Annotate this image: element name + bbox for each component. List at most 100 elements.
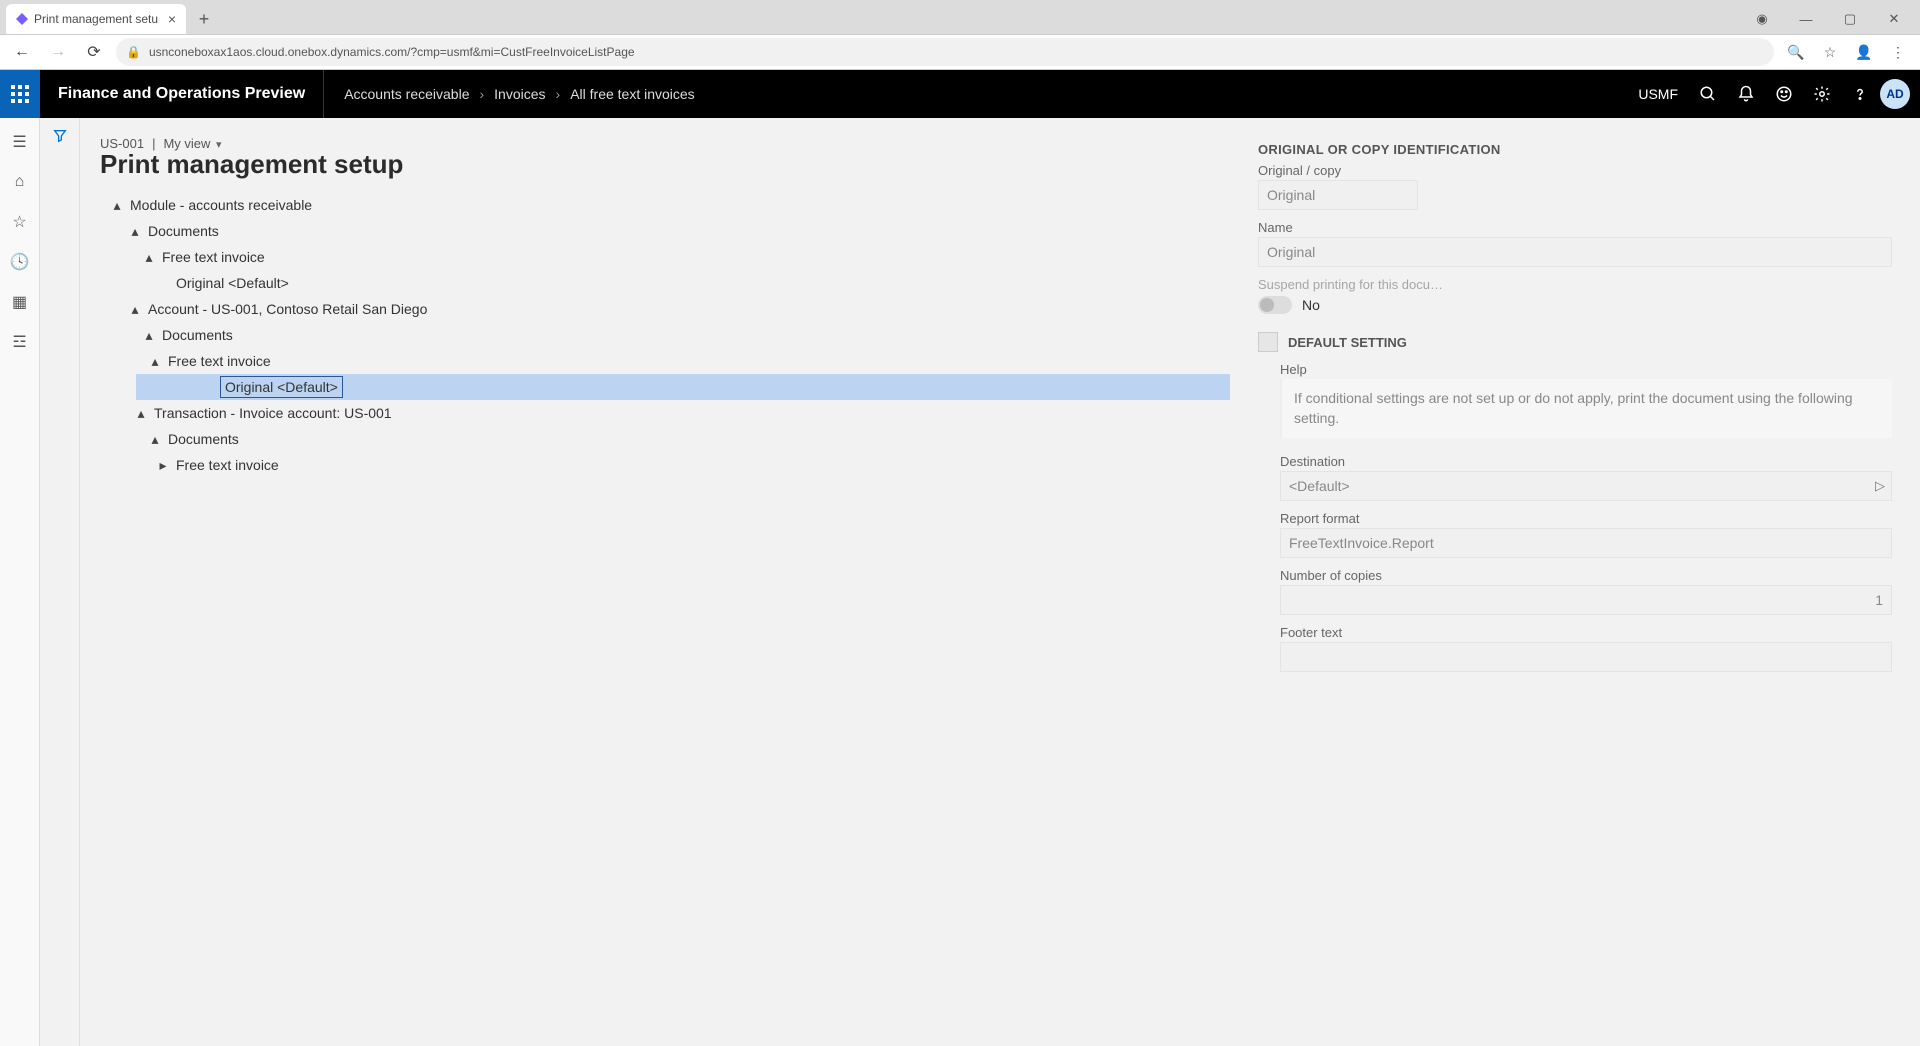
favicon-icon [16,13,28,25]
tree-node-transaction[interactable]: ▴ Transaction - Invoice account: US-001 [100,400,1230,426]
home-icon[interactable]: ⌂ [6,168,34,196]
print-management-tree: ▴ Module - accounts receivable ▴ Documen… [100,192,1230,478]
tree-label: Account - US-001, Contoso Retail San Die… [148,301,427,317]
account-icon[interactable]: ◉ [1742,5,1782,33]
default-setting-label: DEFAULT SETTING [1288,335,1407,350]
tree-label: Documents [148,223,219,239]
detail-panel: ORIGINAL OR COPY IDENTIFICATION Original… [1230,118,1920,1046]
copies-label: Number of copies [1280,568,1892,583]
suspend-label: Suspend printing for this docu… [1258,277,1892,292]
help-icon[interactable] [1842,76,1878,112]
tree-node-account[interactable]: ▴ Account - US-001, Contoso Retail San D… [100,296,1230,322]
modules-icon[interactable]: ☲ [6,328,34,356]
reload-button[interactable]: ⟳ [80,38,108,66]
close-tab-icon[interactable]: × [168,11,176,27]
footer-field[interactable] [1280,642,1892,672]
help-label: Help [1280,362,1892,377]
footer-label: Footer text [1280,625,1892,640]
menu-icon[interactable]: ⋮ [1884,38,1912,66]
page-title: Print management setup [100,149,1230,180]
breadcrumb-item[interactable]: Invoices [494,86,545,102]
avatar[interactable]: AD [1880,79,1910,109]
original-copy-label: Original / copy [1258,163,1892,178]
gear-icon[interactable] [1804,76,1840,112]
suspend-value: No [1302,297,1320,313]
destination-field[interactable]: <Default> ▷ [1280,471,1892,501]
bell-icon[interactable] [1728,76,1764,112]
tree-node-original[interactable]: Original <Default> [100,270,1230,296]
star-icon[interactable]: ☆ [1816,38,1844,66]
maximize-icon[interactable]: ▢ [1830,5,1870,33]
app-title: Finance and Operations Preview [40,70,324,118]
breadcrumb: Accounts receivable › Invoices › All fre… [324,70,715,118]
new-tab-button[interactable]: + [190,5,218,33]
expand-placeholder-icon [200,380,214,394]
collapse-icon[interactable]: ▴ [148,432,162,446]
report-format-field[interactable]: FreeTextInvoice.Report [1280,528,1892,558]
tree-label: Documents [162,327,233,343]
tree-node-documents[interactable]: ▴ Documents [100,426,1230,452]
expand-placeholder-icon [156,276,170,290]
breadcrumb-item[interactable]: Accounts receivable [344,86,469,102]
tree-label: Original <Default> [176,275,289,291]
original-copy-field[interactable]: Original [1258,180,1418,210]
tree-label: Original <Default> [220,376,343,398]
star-icon[interactable]: ☆ [6,208,34,236]
tree-node-freetextinvoice[interactable]: ▴ Free text invoice [100,244,1230,270]
smile-icon[interactable] [1766,76,1802,112]
profile-icon[interactable]: 👤 [1850,38,1878,66]
collapse-icon[interactable]: ▴ [128,224,142,238]
name-field[interactable]: Original [1258,237,1892,267]
tree-label: Module - accounts receivable [130,197,312,213]
recent-icon[interactable]: 🕓 [6,248,34,276]
back-button[interactable]: ← [8,38,36,66]
collapse-icon[interactable]: ▴ [142,250,156,264]
chevron-right-icon: › [556,86,561,102]
chevron-right-icon: › [479,86,484,102]
expand-icon[interactable]: ▸ [156,458,170,472]
name-label: Name [1258,220,1892,235]
workspace-icon[interactable]: ▦ [6,288,34,316]
destination-label: Destination [1280,454,1892,469]
company-code[interactable]: USMF [1628,86,1688,102]
app-launcher-button[interactable] [0,70,40,118]
help-text: If conditional settings are not set up o… [1280,379,1892,438]
collapse-icon[interactable]: ▴ [142,328,156,342]
tree-label: Documents [168,431,239,447]
browser-tab[interactable]: Print management setu × [6,4,186,34]
close-window-icon[interactable]: ✕ [1874,5,1914,33]
suspend-toggle[interactable] [1258,296,1292,314]
tree-node-module[interactable]: ▴ Module - accounts receivable [100,192,1230,218]
tree-label: Free text invoice [176,457,279,473]
collapse-icon[interactable]: ▴ [110,198,124,212]
minimize-icon[interactable]: ― [1786,5,1826,33]
tree-node-documents[interactable]: ▴ Documents [100,218,1230,244]
collapse-icon[interactable]: ▴ [148,354,162,368]
tab-title: Print management setu [34,12,158,26]
url-text: usnconeboxax1aos.cloud.onebox.dynamics.c… [149,45,635,59]
lock-icon: 🔒 [126,45,141,59]
collapse-icon[interactable]: ▴ [134,406,148,420]
filter-icon[interactable] [52,128,68,1046]
filter-column [40,118,80,1046]
report-format-label: Report format [1280,511,1892,526]
tree-label: Free text invoice [168,353,271,369]
hamburger-icon[interactable]: ☰ [6,128,34,156]
tree-label: Transaction - Invoice account: US-001 [154,405,392,421]
zoom-icon[interactable]: 🔍 [1782,38,1810,66]
tree-node-freetextinvoice[interactable]: ▸ Free text invoice [100,452,1230,478]
tree-node-original-selected[interactable]: Original <Default> [136,374,1230,400]
chevron-right-icon[interactable]: ▷ [1875,478,1885,494]
nav-rail: ☰ ⌂ ☆ 🕓 ▦ ☲ [0,118,40,1046]
breadcrumb-item[interactable]: All free text invoices [570,86,695,102]
waffle-icon [11,85,29,103]
copies-field[interactable]: 1 [1280,585,1892,615]
address-bar[interactable]: 🔒 usnconeboxax1aos.cloud.onebox.dynamics… [116,38,1774,66]
search-icon[interactable] [1690,76,1726,112]
default-setting-checkbox[interactable] [1258,332,1278,352]
section-title: ORIGINAL OR COPY IDENTIFICATION [1258,142,1892,157]
tree-node-freetextinvoice[interactable]: ▴ Free text invoice [100,348,1230,374]
tree-node-documents[interactable]: ▴ Documents [100,322,1230,348]
collapse-icon[interactable]: ▴ [128,302,142,316]
forward-button[interactable]: → [44,38,72,66]
